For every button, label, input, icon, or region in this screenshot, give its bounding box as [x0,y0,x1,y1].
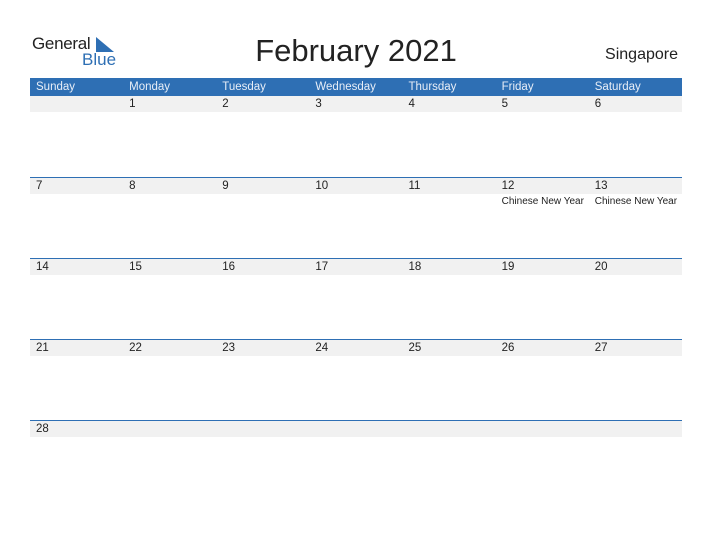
day-number: 14 [36,261,49,273]
day-cell: 10 [309,178,402,258]
day-cell: 11 [403,178,496,258]
day-number: 21 [36,342,49,354]
day-number: 23 [222,342,236,354]
day-cell: 21 [30,340,123,420]
day-cell [589,421,682,501]
day-cell: 6 [589,96,682,176]
day-cell: 15 [123,259,216,339]
weekday-wednesday: Wednesday [315,81,376,93]
day-cell: 28 [30,421,123,501]
weekday-monday: Monday [129,81,171,93]
weekday-saturday: Saturday [594,81,641,93]
day-cell [403,421,496,501]
day-number: 20 [594,261,608,273]
weekday-sunday: Sunday [36,81,76,93]
day-cell [496,421,589,501]
day-number: 28 [36,423,49,435]
day-cell: 8 [123,178,216,258]
day-number: 27 [594,342,608,354]
day-cell: 3 [309,96,402,176]
day-number: 1 [129,98,136,110]
day-cell [309,421,402,501]
weekday-header: Sunday Monday Tuesday Wednesday Thursday… [30,78,682,96]
day-number: 3 [315,98,322,110]
day-cell: 18 [403,259,496,339]
week-row: 1 2 3 4 5 6 [30,96,682,177]
day-number: 9 [222,180,229,192]
day-cell: 27 [589,340,682,420]
weekday-tuesday: Tuesday [222,81,266,93]
day-cell: 26 [496,340,589,420]
holiday-label: Chinese New Year [501,196,584,207]
day-number: 17 [315,261,329,273]
day-cell: 5 [496,96,589,176]
day-number: 22 [129,342,142,354]
holiday-label: Chinese New Year [594,196,678,207]
day-number: 25 [408,342,422,354]
week-row: 14 15 16 17 18 19 20 [30,258,682,339]
day-number: 5 [501,98,509,110]
day-cell [30,96,123,176]
day-cell: 24 [309,340,402,420]
day-cell: 2 [216,96,309,176]
week-row: 28 [30,420,682,501]
day-number: 6 [594,98,602,110]
day-number: 11 [408,180,421,192]
day-number: 13 [594,180,608,192]
day-number: 12 [501,180,515,192]
day-cell: 13 Chinese New Year [589,178,682,258]
day-cell: 9 [216,178,309,258]
week-row: 21 22 23 24 25 26 27 [30,339,682,420]
day-cell: 14 [30,259,123,339]
day-number: 24 [315,342,329,354]
day-number: 8 [129,180,136,192]
country-label: Singapore [605,46,678,63]
day-cell [216,421,309,501]
day-cell: 25 [403,340,496,420]
day-cell: 22 [123,340,216,420]
day-number: 26 [501,342,515,354]
day-number: 19 [501,261,515,273]
day-number: 7 [36,180,43,192]
day-cell: 17 [309,259,402,339]
day-cell: 19 [496,259,589,339]
calendar-grid: Sunday Monday Tuesday Wednesday Thursday… [30,78,682,501]
weekday-thursday: Thursday [408,81,457,93]
day-number: 10 [315,180,329,192]
day-cell: 16 [216,259,309,339]
weekday-friday: Friday [501,81,534,93]
day-cell: 1 [123,96,216,176]
day-number: 18 [408,261,422,273]
day-cell: 20 [589,259,682,339]
day-cell [123,421,216,501]
day-number: 2 [222,98,229,110]
day-cell: 4 [403,96,496,176]
day-cell: 7 [30,178,123,258]
week-row: 7 8 9 10 11 12 Chinese New Year 13 Chinese New Y… [30,177,682,258]
day-cell: 12 Chinese New Year [496,178,589,258]
day-number: 15 [129,261,142,273]
day-cell: 23 [216,340,309,420]
day-number: 16 [222,261,236,273]
day-number: 4 [408,98,415,110]
